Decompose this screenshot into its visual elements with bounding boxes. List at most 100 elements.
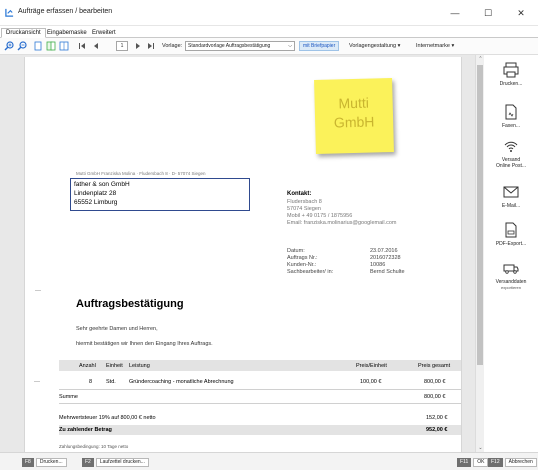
payment-terms: Zahlungsbedingung: 10 Tage netto: [59, 444, 129, 449]
minimize-button[interactable]: —: [440, 4, 470, 22]
row-unit-price: 100,00 €: [360, 379, 382, 385]
contact-line-1: Fludersbach 8: [287, 199, 322, 205]
title-bar: Aufträge erfassen / bearbeiten — ☐ ✕: [0, 0, 538, 26]
f11-ok-button[interactable]: F11 OK: [457, 458, 489, 467]
vertical-scrollbar[interactable]: ⌃ ⌄: [475, 55, 484, 452]
meta-label-order-no: Auftrags Nr.:: [287, 255, 318, 261]
chevron-down-icon: ⌵: [288, 43, 292, 49]
meta-value-order-no: 2016072328: [370, 255, 401, 261]
recipient-line-1: father & son GmbH: [74, 181, 130, 188]
logo-line-2: GmbH: [333, 113, 375, 131]
meta-value-clerk: Bernd Schulte: [370, 269, 405, 275]
template-select[interactable]: Standardvorlage Auftragsbestätigung ⌵: [185, 41, 295, 51]
contact-heading: Kontakt:: [287, 191, 312, 197]
fax-action[interactable]: Faxen...: [484, 103, 538, 129]
margin-dash-lower: —: [34, 379, 40, 385]
f8-print-button[interactable]: F8 Drucken...: [22, 458, 67, 467]
mail-icon: [503, 186, 519, 198]
last-page-icon[interactable]: [146, 41, 156, 51]
close-button[interactable]: ✕: [506, 4, 536, 22]
row-total: 800,00 €: [424, 379, 446, 385]
f12-label: Abbrechen: [504, 458, 537, 467]
col-header-unit-price: Preis/Einheit: [356, 363, 387, 369]
printer-icon: [503, 62, 519, 78]
page-number-field[interactable]: 1: [116, 41, 128, 51]
f2-routing-slip-button[interactable]: F2 Laufzettel drucken...: [82, 458, 149, 467]
zoom-out-icon[interactable]: [17, 41, 27, 51]
f11-key: F11: [457, 458, 472, 467]
f11-label: OK: [473, 458, 489, 467]
col-header-service: Leistung: [129, 363, 150, 369]
zoom-in-icon[interactable]: [4, 41, 14, 51]
row-unit: Std.: [106, 379, 116, 385]
f2-key: F2: [82, 458, 94, 467]
internet-marker-menu[interactable]: Internetmarke ▾: [416, 43, 454, 49]
fax-icon: [505, 104, 517, 120]
print-action[interactable]: Drucken...: [484, 61, 538, 87]
f12-key: F12: [488, 458, 503, 467]
recipient-line-3: 65552 Limburg: [74, 199, 118, 206]
sender-line: Mutti GmbH Franziska Molina · Fludersbac…: [76, 171, 206, 176]
total-row: [59, 425, 461, 435]
scrollbar-thumb[interactable]: [477, 65, 483, 365]
shipping-export-action[interactable]: Versanddaten exportieren: [484, 259, 538, 290]
meta-value-date: 23.07.2016: [370, 248, 398, 254]
document-viewer[interactable]: Mutti GmbH Mutti GmbH Franziska Molina ·…: [0, 55, 475, 452]
contact-line-2: 57074 Siegen: [287, 206, 321, 212]
pdf-icon: [505, 222, 517, 238]
pdf-export-action[interactable]: PDF-Export...: [484, 221, 538, 247]
tab-input-mask[interactable]: Eingabemaske: [42, 28, 92, 38]
maximize-button[interactable]: ☐: [473, 4, 503, 22]
email-action-label: E-Mail...: [501, 203, 521, 209]
template-select-value: Standardvorlage Auftragsbestätigung: [188, 43, 271, 49]
tax-value: 152,00 €: [426, 415, 448, 421]
online-post-sub: Online Post...: [495, 163, 526, 169]
greeting: Sehr geehrte Damen und Herren,: [76, 326, 158, 332]
contact-line-4: Email: franziska.molinarius@googlemail.c…: [287, 220, 397, 226]
row-divider: [59, 389, 461, 390]
sum-label: Summe: [59, 394, 78, 400]
f8-key: F8: [22, 458, 34, 467]
multi-page-icon[interactable]: [59, 41, 69, 51]
email-action[interactable]: E-Mail...: [484, 183, 538, 209]
single-page-icon[interactable]: [33, 41, 43, 51]
total-value: 952,00 €: [426, 427, 448, 433]
margin-dash-upper: —: [35, 288, 41, 294]
template-design-menu[interactable]: Vorlagengestaltung ▾: [349, 43, 400, 49]
recipient-address-box[interactable]: father & son GmbH Lindenplatz 28 65552 L…: [70, 178, 250, 211]
function-key-bar: F8 Drucken... F2 Laufzettel drucken... F11…: [0, 452, 538, 470]
truck-icon: [503, 264, 519, 274]
next-page-icon[interactable]: [133, 41, 143, 51]
intro-text: hiermit bestätigen wir Ihnen den Eingang…: [76, 341, 213, 347]
toolbar: 1 Vorlage: Standardvorlage Auftragsbestä…: [0, 38, 538, 55]
window-title: Aufträge erfassen / bearbeiten: [18, 8, 113, 15]
shipping-export-sub: exportieren: [500, 285, 521, 290]
print-action-label: Drucken...: [499, 81, 523, 87]
tab-advanced[interactable]: Erweitert: [87, 28, 121, 38]
col-header-unit: Einheit: [106, 363, 123, 369]
row-service: Gründercoaching - monatliche Abrechnung: [129, 379, 234, 385]
letterhead-button[interactable]: mit Briefpapier: [299, 41, 340, 51]
template-label: Vorlage:: [162, 43, 183, 49]
action-sidebar: Drucken... Faxen... Versand Online Post.…: [484, 55, 538, 452]
tax-label: Mehrwertsteuer 19% auf 800,00 € netto: [59, 415, 156, 421]
total-label: Zu zahlender Betrag: [59, 427, 112, 433]
sum-value: 800,00 €: [424, 394, 446, 400]
online-post-action[interactable]: Versand Online Post...: [484, 137, 538, 169]
meta-value-customer-no: 10086: [370, 262, 386, 268]
document-heading: Auftragsbestätigung: [76, 298, 184, 310]
two-pages-icon[interactable]: [46, 41, 56, 51]
pdf-export-label: PDF-Export...: [495, 241, 527, 247]
f12-cancel-button[interactable]: F12 Abbrechen: [488, 458, 537, 467]
meta-label-customer-no: Kunden-Nr.:: [287, 262, 317, 268]
previous-page-icon[interactable]: [91, 41, 101, 51]
sticky-note-logo: Mutti GmbH: [314, 77, 394, 155]
fax-action-label: Faxen...: [501, 123, 521, 129]
row-qty: 8: [89, 379, 93, 385]
sum-divider: [59, 403, 461, 404]
recipient-line-2: Lindenplatz 28: [74, 190, 117, 197]
meta-label-date: Datum:: [287, 248, 305, 254]
tab-print-preview[interactable]: Druckansicht: [1, 28, 46, 38]
f8-label: Drucken...: [35, 458, 67, 467]
first-page-icon[interactable]: [77, 41, 87, 51]
